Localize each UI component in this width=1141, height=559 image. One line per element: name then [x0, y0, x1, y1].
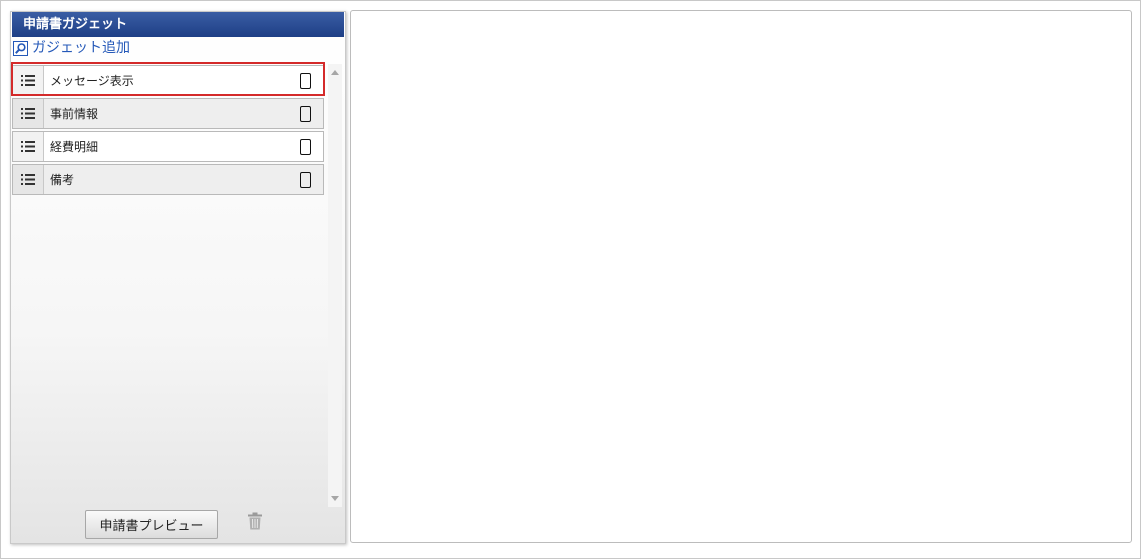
gadget-item-prior-info[interactable]: 事前情報 [12, 98, 324, 129]
add-gadget-link[interactable]: ガジェット追加 [13, 38, 130, 58]
window-frame: 申請書ガジェット ガジェット追加 メッセージ表示 事前情報 経費明細 備考 申請… [0, 0, 1141, 559]
gadget-list-scrollbar[interactable] [328, 64, 342, 507]
gadget-item-label: メッセージ表示 [50, 74, 134, 88]
list-icon[interactable] [13, 165, 44, 194]
gadget-item-label: 経費明細 [50, 140, 99, 154]
gadget-item-label: 備考 [50, 173, 75, 187]
search-icon [13, 40, 28, 56]
list-icon[interactable] [13, 99, 44, 128]
panel-title: 申請書ガジェット [12, 12, 344, 37]
trash-icon[interactable] [247, 512, 263, 530]
list-icon[interactable] [13, 66, 44, 95]
smartphone-icon [300, 171, 311, 188]
smartphone-icon [300, 105, 311, 122]
scroll-up-arrow-icon[interactable] [331, 70, 339, 75]
smartphone-icon [300, 72, 311, 89]
scroll-down-arrow-icon[interactable] [331, 496, 339, 501]
gadget-item-label: 事前情報 [50, 107, 99, 121]
add-gadget-label: ガジェット追加 [32, 40, 130, 56]
gadget-item-message[interactable]: メッセージ表示 [12, 65, 324, 96]
list-icon[interactable] [13, 132, 44, 161]
gadget-list: メッセージ表示 事前情報 経費明細 備考 [12, 63, 326, 508]
form-canvas[interactable] [350, 10, 1132, 543]
gadget-item-expense-details[interactable]: 経費明細 [12, 131, 324, 162]
smartphone-icon [300, 138, 311, 155]
application-preview-button[interactable]: 申請書プレビュー [85, 510, 218, 539]
gadget-item-remarks[interactable]: 備考 [12, 164, 324, 195]
application-gadget-panel: 申請書ガジェット ガジェット追加 メッセージ表示 事前情報 経費明細 備考 申請… [10, 11, 346, 544]
